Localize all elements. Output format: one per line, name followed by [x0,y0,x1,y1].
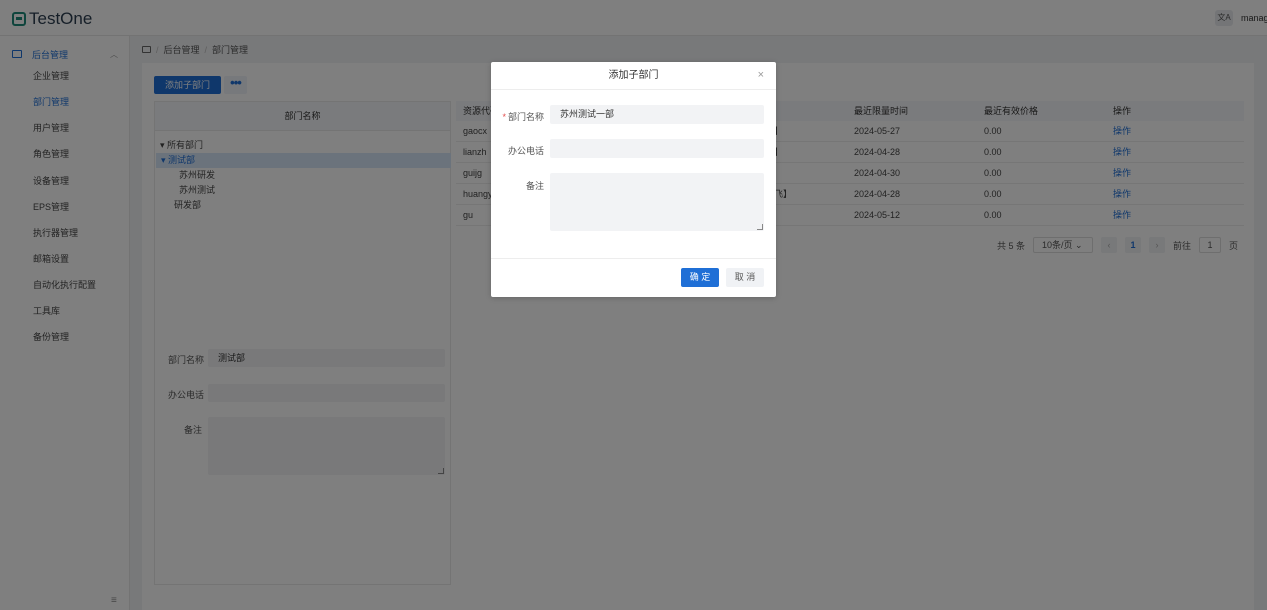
dialog-phone-label: 办公电话 [507,146,544,156]
dialog-name-field[interactable]: 苏州测试一部 [550,105,764,124]
dialog-footer-divider [491,258,776,259]
add-sub-dept-dialog: 添加子部门 × * 部门名称 苏州测试一部 办公电话 备注 确 定 取 消 [491,62,776,297]
dialog-phone-field[interactable] [550,139,764,158]
dialog-remark-label: 备注 [525,181,544,191]
close-icon[interactable]: × [758,69,764,81]
cancel-button[interactable]: 取 消 [726,268,764,287]
confirm-button[interactable]: 确 定 [681,268,719,287]
dialog-title: 添加子部门 [491,62,776,90]
dialog-name-label: * 部门名称 [499,110,544,123]
required-mark: * [502,112,506,122]
dialog-remark-field[interactable] [550,173,764,231]
resize-handle-icon[interactable] [757,224,763,230]
dialog-name-label-text: 部门名称 [507,112,544,122]
